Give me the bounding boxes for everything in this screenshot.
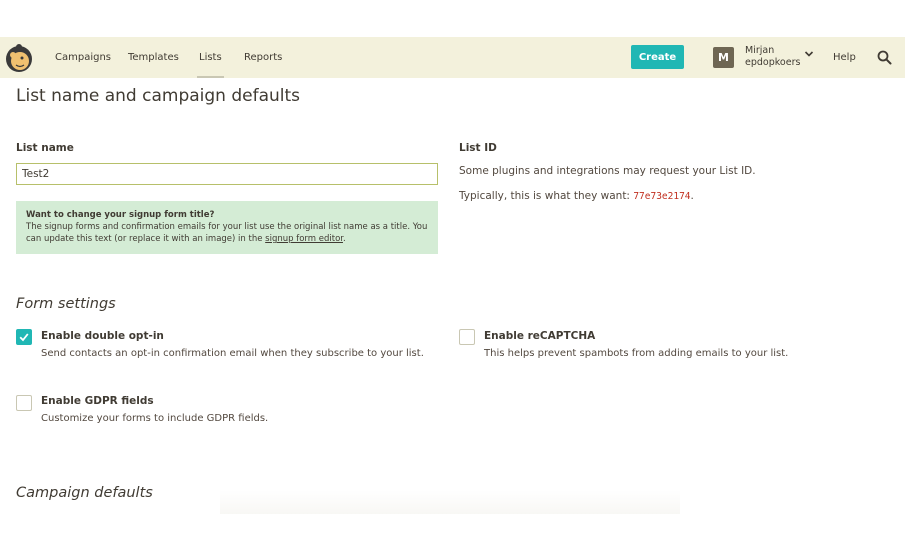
list-name-input[interactable] (16, 163, 438, 185)
double-optin-desc: Send contacts an opt-in confirmation ema… (41, 348, 424, 359)
list-id-desc: Some plugins and integrations may reques… (459, 165, 756, 177)
form-settings-title: Form settings (16, 296, 116, 312)
list-id-label: List ID (459, 142, 497, 154)
list-id-prefix: Typically, this is what they want: (459, 190, 630, 202)
recaptcha-desc: This helps prevent spambots from adding … (484, 348, 789, 359)
double-optin-checkbox[interactable] (16, 329, 32, 345)
scroll-fade (220, 490, 680, 514)
avatar[interactable]: M (713, 47, 734, 68)
page-title: List name and campaign defaults (16, 86, 301, 106)
list-name-label: List name (16, 142, 74, 154)
nav-lists[interactable]: Lists (197, 37, 224, 78)
gdpr-label[interactable]: Enable GDPR fields (41, 395, 154, 407)
list-id-suffix: . (690, 190, 694, 202)
mailchimp-logo-icon[interactable] (4, 41, 34, 74)
nav-campaigns[interactable]: Campaigns (55, 37, 111, 78)
double-optin-label[interactable]: Enable double opt-in (41, 330, 164, 342)
recaptcha-checkbox[interactable] (459, 329, 475, 345)
search-icon[interactable] (877, 50, 892, 65)
campaign-defaults-title: Campaign defaults (16, 485, 153, 501)
signup-form-title-notice: Want to change your signup form title? T… (16, 201, 438, 254)
gdpr-checkbox[interactable] (16, 395, 32, 411)
help-link[interactable]: Help (833, 37, 856, 78)
notice-title: Want to change your signup form title? (26, 210, 215, 220)
nav-reports[interactable]: Reports (244, 37, 282, 78)
recaptcha-label[interactable]: Enable reCAPTCHA (484, 330, 595, 342)
user-org[interactable]: epdopkoers (745, 57, 800, 68)
gdpr-desc: Customize your forms to include GDPR fie… (41, 413, 269, 424)
list-id-line: Typically, this is what they want: 77e73… (459, 190, 694, 202)
nav-templates[interactable]: Templates (128, 37, 179, 78)
top-navbar: Campaigns Templates Lists Reports Create… (0, 37, 905, 78)
create-button[interactable]: Create (631, 45, 684, 69)
list-id-value: 77e73e2174 (633, 191, 691, 202)
signup-form-editor-link[interactable]: signup form editor (265, 234, 343, 244)
notice-body: The signup forms and confirmation emails… (26, 222, 428, 244)
user-name[interactable]: Mirjan (745, 45, 774, 56)
chevron-down-icon[interactable] (803, 48, 815, 60)
checkmark-icon (19, 333, 29, 342)
notice-end: . (342, 234, 346, 244)
